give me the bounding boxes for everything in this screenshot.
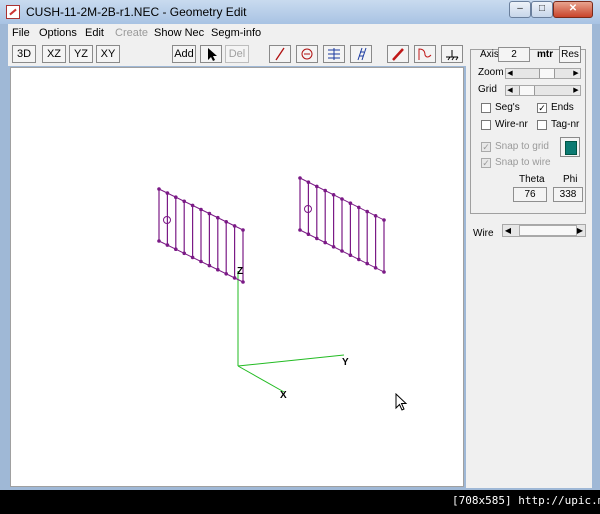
curve-button[interactable] bbox=[414, 45, 436, 63]
wire-slider[interactable]: ◀ ▶ bbox=[502, 224, 586, 237]
maximize-icon: □ bbox=[538, 3, 546, 14]
close-icon: ✕ bbox=[568, 3, 578, 14]
tag-nr-checkbox[interactable] bbox=[537, 120, 547, 130]
snap-to-grid-checkbox: ✓ bbox=[481, 142, 491, 152]
view-xy-button[interactable]: XY bbox=[96, 45, 120, 63]
circle-icon bbox=[301, 48, 313, 60]
ends-checkbox[interactable]: ✓ bbox=[537, 103, 547, 113]
stacked-lines-icon bbox=[328, 48, 340, 60]
title-bar[interactable]: CUSH-11-2M-2B-r1.NEC - Geometry Edit – □… bbox=[0, 0, 600, 24]
wire-nr-label: Wire-nr bbox=[495, 119, 528, 130]
delete-button: Del bbox=[225, 45, 249, 63]
view-yz-button[interactable]: YZ bbox=[69, 45, 93, 63]
geometry-canvas[interactable]: Z Y X bbox=[10, 67, 464, 487]
menu-segm-info[interactable]: Segm-info bbox=[211, 27, 261, 39]
add-button[interactable]: Add bbox=[172, 45, 196, 63]
ladder-button[interactable] bbox=[350, 45, 372, 63]
z-axis-label: Z bbox=[237, 266, 243, 277]
zoom-left-arrow-icon[interactable]: ◀ bbox=[506, 69, 514, 78]
pencil-button[interactable] bbox=[387, 45, 409, 63]
mouse-cursor-icon bbox=[395, 393, 408, 411]
ends-label: Ends bbox=[551, 102, 574, 113]
antenna-geometry-view[interactable]: Z Y X bbox=[11, 68, 464, 487]
close-button[interactable]: ✕ bbox=[553, 1, 593, 18]
book-icon[interactable] bbox=[560, 137, 580, 157]
side-panel: Axis 2 mtr Res Zoom ◀ ▶ Grid ◀ ▶ Seg's ✓… bbox=[466, 46, 592, 488]
view-3d-button[interactable]: 3D bbox=[12, 45, 36, 63]
wire-right-arrow-icon[interactable]: ▶ bbox=[575, 225, 585, 236]
wire-left-arrow-icon[interactable]: ◀ bbox=[503, 225, 513, 236]
minimize-icon: – bbox=[517, 3, 523, 14]
window-title: CUSH-11-2M-2B-r1.NEC - Geometry Edit bbox=[26, 5, 247, 19]
pencil-icon bbox=[392, 48, 404, 61]
snap-to-wire-label: Snap to wire bbox=[495, 157, 551, 168]
snap-to-grid-label: Snap to grid bbox=[495, 141, 549, 152]
grid-slider-thumb[interactable] bbox=[518, 86, 535, 95]
phi-field[interactable]: 338 bbox=[553, 187, 583, 202]
segs-label: Seg's bbox=[495, 102, 520, 113]
axis-label: Axis bbox=[480, 49, 499, 60]
grid-right-arrow-icon[interactable]: ▶ bbox=[572, 86, 580, 95]
menu-show-nec[interactable]: Show Nec bbox=[154, 27, 204, 39]
menu-bar: File Options Edit Create Show Nec Segm-i… bbox=[8, 24, 592, 43]
theta-label: Theta bbox=[519, 174, 545, 185]
draw-line-button[interactable] bbox=[269, 45, 291, 63]
axis-length-field[interactable]: 2 bbox=[498, 47, 530, 62]
grid-left-arrow-icon[interactable]: ◀ bbox=[506, 86, 514, 95]
ladder-icon bbox=[357, 47, 367, 61]
view-xz-button[interactable]: XZ bbox=[42, 45, 66, 63]
menu-file[interactable]: File bbox=[12, 27, 30, 39]
zoom-right-arrow-icon[interactable]: ▶ bbox=[572, 69, 580, 78]
minimize-button[interactable]: – bbox=[509, 1, 531, 18]
maximize-button[interactable]: □ bbox=[531, 1, 553, 18]
watermark-text: [708x585] http://upic.me/ bbox=[452, 494, 600, 507]
geometry-edit-window: CUSH-11-2M-2B-r1.NEC - Geometry Edit – □… bbox=[0, 0, 600, 490]
ground-icon bbox=[446, 50, 459, 61]
segs-checkbox[interactable] bbox=[481, 103, 491, 113]
tag-nr-label: Tag-nr bbox=[551, 119, 580, 130]
theta-field[interactable]: 76 bbox=[513, 187, 547, 202]
axis-unit-label: mtr bbox=[537, 49, 554, 60]
x-axis-line bbox=[237, 365, 285, 393]
x-axis-label: X bbox=[280, 390, 287, 401]
phi-label: Phi bbox=[563, 174, 578, 185]
y-axis-label: Y bbox=[342, 357, 349, 368]
menu-edit[interactable]: Edit bbox=[85, 27, 104, 39]
stack-wires-button[interactable] bbox=[323, 45, 345, 63]
curve-icon bbox=[418, 48, 432, 60]
settings-group: Axis 2 mtr Res Zoom ◀ ▶ Grid ◀ ▶ Seg's ✓… bbox=[470, 46, 586, 214]
y-axis-line bbox=[237, 354, 345, 367]
grid-slider[interactable]: ◀ ▶ bbox=[505, 85, 581, 96]
wire-nr-checkbox[interactable] bbox=[481, 120, 491, 130]
antenna-wires[interactable] bbox=[157, 176, 386, 284]
grid-label: Grid bbox=[478, 84, 497, 95]
app-icon bbox=[6, 5, 20, 19]
select-pointer-button[interactable] bbox=[200, 45, 222, 63]
diagonal-line-icon bbox=[275, 47, 285, 61]
zoom-label: Zoom bbox=[478, 67, 504, 78]
zoom-slider-thumb[interactable] bbox=[539, 69, 556, 78]
zoom-slider[interactable]: ◀ ▶ bbox=[505, 68, 581, 79]
coordinate-axes bbox=[237, 271, 345, 393]
wire-slider-thumb[interactable] bbox=[519, 225, 577, 236]
ground-button[interactable] bbox=[441, 45, 463, 63]
wire-label: Wire bbox=[473, 228, 494, 239]
draw-circle-button[interactable] bbox=[296, 45, 318, 63]
pointer-arrow-icon bbox=[208, 48, 217, 61]
menu-options[interactable]: Options bbox=[39, 27, 77, 39]
snap-to-wire-checkbox: ✓ bbox=[481, 158, 491, 168]
reset-button[interactable]: Res bbox=[559, 46, 581, 63]
menu-create: Create bbox=[115, 27, 149, 39]
